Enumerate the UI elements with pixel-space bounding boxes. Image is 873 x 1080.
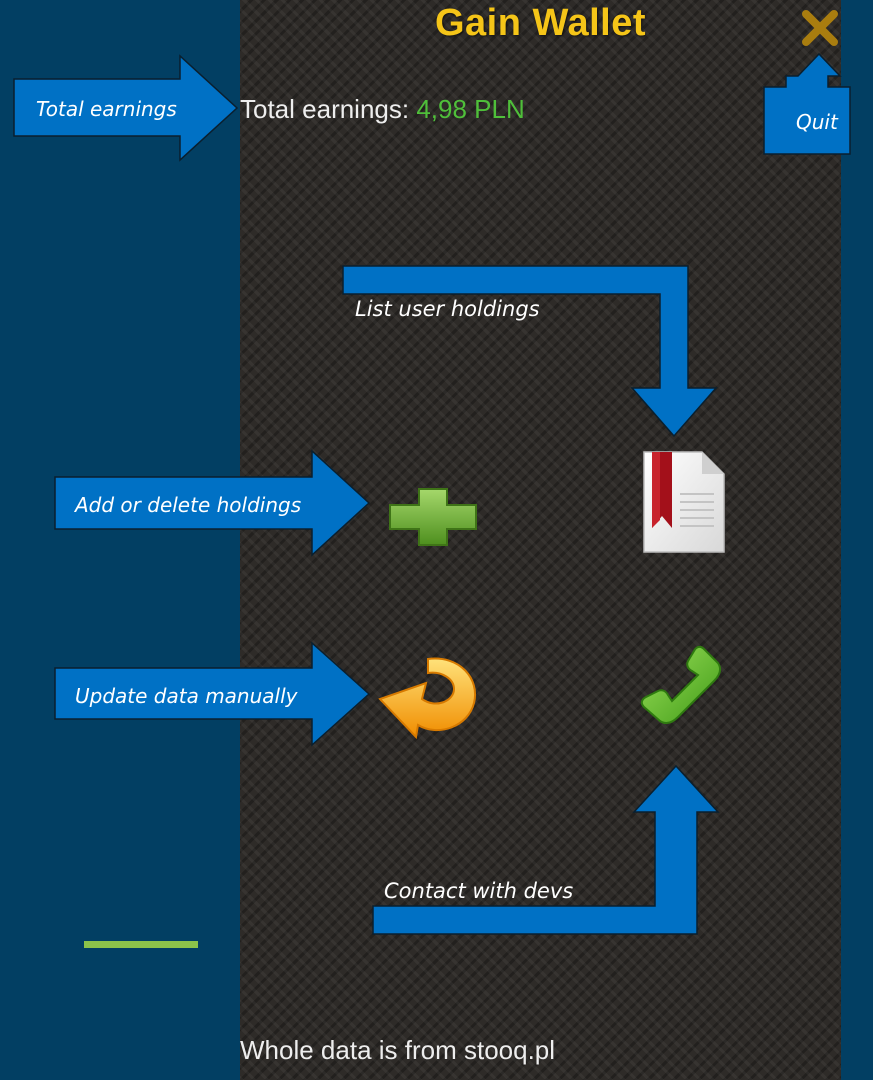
app-title: Gain Wallet (434, 2, 646, 44)
phone-icon[interactable] (638, 645, 722, 725)
data-source-footer: Whole data is from stooq.pl (240, 1035, 556, 1065)
callout-list-holdings: List user holdings (355, 297, 540, 321)
callout-total-earnings: Total earnings (36, 97, 177, 121)
callout-update-data: Update data manually (75, 684, 298, 708)
earnings-label: Total earnings: (240, 94, 410, 124)
callout-add-delete: Add or delete holdings (75, 493, 302, 517)
total-earnings: Total earnings: 4,98 PLN (240, 94, 525, 125)
callout-quit: Quit (796, 110, 838, 134)
app-window: Gain Wallet (240, 0, 841, 1080)
refresh-arrow-icon[interactable] (376, 653, 482, 739)
callout-contact: Contact with devs (384, 879, 574, 903)
accent-bar (84, 941, 198, 948)
close-icon[interactable] (800, 8, 840, 48)
plus-icon[interactable] (388, 487, 478, 547)
earnings-value: 4,98 PLN (416, 94, 525, 124)
document-bookmark-icon[interactable] (640, 450, 726, 554)
